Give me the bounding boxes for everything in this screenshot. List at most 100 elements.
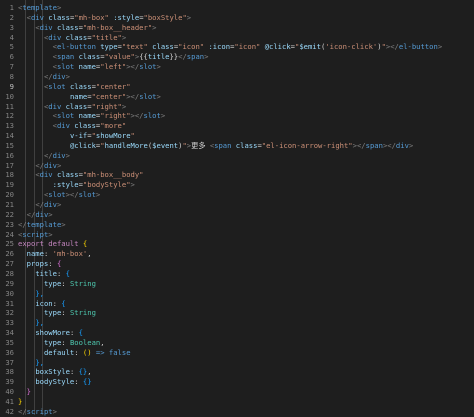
code-token: v-if	[69, 131, 88, 141]
code-token: div	[43, 200, 57, 209]
code-line[interactable]: 2 <div class="mh-box" :style="boxStyle">	[0, 13, 474, 23]
code-line[interactable]: 35 type: Boolean,	[0, 338, 474, 348]
code-token: ></	[352, 140, 366, 150]
code-line[interactable]: 25 export default {	[0, 239, 474, 249]
code-token: {	[56, 259, 62, 269]
line-number: 12	[5, 111, 14, 121]
code-line[interactable]: 8 </div>	[0, 72, 474, 82]
code-line[interactable]: 7 <slot name="left"></slot>	[0, 62, 474, 72]
code-line[interactable]: 40 }	[0, 387, 474, 397]
code-token: }	[26, 387, 31, 397]
line-number: 8	[9, 71, 14, 81]
code-text: v-if="showMore"	[18, 131, 135, 141]
code-token: slot	[78, 190, 96, 200]
code-line[interactable]: 11 <div class="right">	[0, 102, 474, 112]
code-token: icon	[35, 298, 53, 308]
code-line[interactable]: 26 name: 'mh-box',	[0, 249, 474, 259]
code-token: "mh-box__body"	[82, 170, 144, 180]
code-line[interactable]: 38 boxStyle: {},	[0, 367, 474, 377]
code-token: props	[26, 259, 49, 269]
code-line[interactable]: 18 <div class="mh-box__body"	[0, 170, 474, 180]
code-token: :	[61, 278, 70, 288]
code-token: >	[56, 200, 62, 209]
code-text: :style="bodyStyle">	[18, 180, 135, 190]
code-token: "left"	[100, 62, 127, 72]
code-token: div	[39, 22, 53, 32]
line-number: 28	[5, 268, 14, 278]
code-token: slot	[48, 190, 66, 200]
code-line[interactable]: 19 :style="bodyStyle">	[0, 180, 474, 190]
code-line[interactable]: 34 showMore: {	[0, 328, 474, 338]
line-number: 25	[5, 239, 14, 249]
code-text: <div class="title">	[18, 33, 126, 43]
line-number: 16	[5, 150, 14, 160]
code-token: type	[43, 278, 62, 288]
code-token: :	[56, 268, 66, 278]
code-line[interactable]: 6 <span class="value">{{title}}</span>	[0, 52, 474, 62]
code-token: String	[69, 308, 96, 318]
code-line[interactable]: 28 title: {	[0, 269, 474, 279]
code-line[interactable]: 42 </script>	[0, 407, 474, 417]
code-line[interactable]: 12 <slot name="right"></slot>	[0, 111, 474, 121]
line-number: 33	[5, 318, 14, 328]
code-line[interactable]: 5 <el-button type="text" class="icon" :i…	[0, 42, 474, 52]
code-line[interactable]: 15 @click="handleMore($event)">更多 <span …	[0, 141, 474, 151]
line-number: 2	[9, 12, 14, 22]
code-token: class	[152, 42, 174, 52]
code-line[interactable]: 17 </div>	[0, 161, 474, 171]
line-number: 15	[5, 140, 14, 150]
code-token: >	[56, 3, 62, 12]
code-token: {{	[139, 52, 148, 62]
code-line[interactable]: 13 <div class="more"	[0, 121, 474, 131]
code-token: >	[48, 209, 53, 219]
code-line[interactable]: 36 default: () => false	[0, 348, 474, 358]
code-line[interactable]: 30 },	[0, 289, 474, 299]
code-token: :style	[52, 180, 79, 190]
code-token: script	[26, 406, 53, 416]
code-token: class	[69, 81, 92, 91]
code-token: type	[43, 308, 62, 318]
code-text: },	[18, 318, 44, 328]
code-token: :	[74, 377, 83, 387]
code-line[interactable]: 27 props: {	[0, 259, 474, 269]
code-token: </	[26, 209, 36, 219]
code-token: class	[56, 170, 79, 180]
line-number: 13	[5, 121, 14, 131]
code-token: slot	[56, 62, 75, 72]
code-editor[interactable]: 1 <template> 2 <div class="mh-box" :style=…	[0, 0, 474, 417]
code-line[interactable]: 33 },	[0, 318, 474, 328]
code-line[interactable]: 32 type: String	[0, 308, 474, 318]
code-line[interactable]: 31 icon: {	[0, 299, 474, 309]
code-line[interactable]: 23 </template>	[0, 220, 474, 230]
code-token: $event	[152, 140, 179, 150]
code-line[interactable]: 1 <template>	[0, 3, 474, 13]
code-token: </	[18, 219, 27, 229]
code-line[interactable]: 24 <script>	[0, 230, 474, 240]
code-line[interactable]: 22 </div>	[0, 210, 474, 220]
code-token: >	[156, 91, 161, 101]
code-line[interactable]: 14 v-if="showMore"	[0, 131, 474, 141]
line-number: 6	[9, 52, 14, 62]
code-token: {	[65, 268, 70, 278]
code-line[interactable]: 37 },	[0, 358, 474, 368]
code-line[interactable]: 10 name="center"></slot>	[0, 92, 474, 102]
code-token: }}	[169, 52, 179, 62]
code-token: div	[35, 209, 49, 219]
code-line[interactable]: 29 type: String	[0, 279, 474, 289]
code-line[interactable]: 39 bodyStyle: {}	[0, 377, 474, 387]
code-line[interactable]: 9 <slot class="center"	[0, 82, 474, 92]
code-line[interactable]: 3 <div class="mh-box__header">	[0, 23, 474, 33]
code-line[interactable]: 16 </div>	[0, 151, 474, 161]
code-line[interactable]: 20 <slot></slot>	[0, 190, 474, 200]
code-line[interactable]: 41}	[0, 397, 474, 407]
code-token: 'icon-click'	[325, 42, 378, 52]
code-line[interactable]: 4 <div class="title">	[0, 33, 474, 43]
code-token: :	[61, 308, 70, 318]
code-token: :	[61, 337, 70, 347]
code-line[interactable]: 21 </div>	[0, 200, 474, 210]
